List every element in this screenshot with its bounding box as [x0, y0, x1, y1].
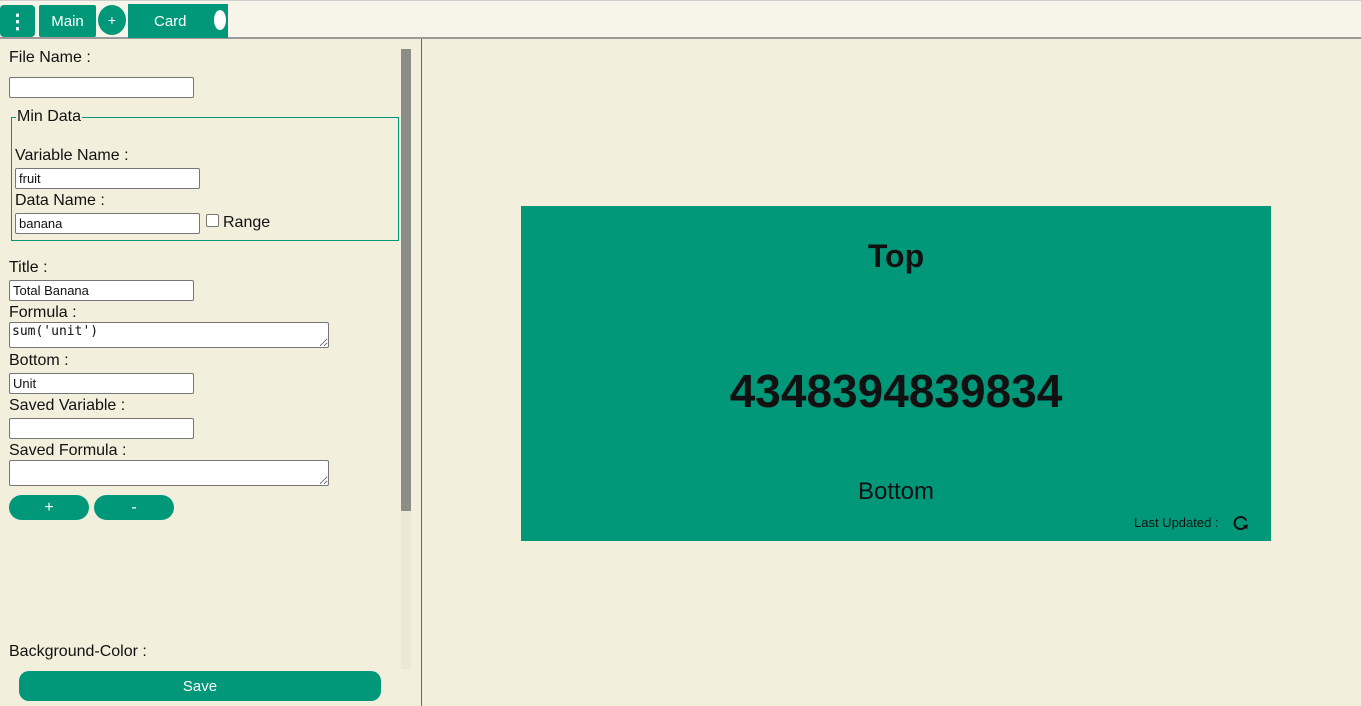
bottom-input[interactable] — [9, 373, 194, 394]
saved-formula-label: Saved Formula : — [9, 442, 127, 459]
minus-icon: - — [131, 498, 137, 516]
refresh-icon[interactable] — [1231, 513, 1251, 533]
range-checkbox[interactable] — [206, 214, 219, 227]
vertical-dots-icon: ⋮ — [7, 10, 28, 33]
variable-name-label: Variable Name : — [15, 147, 129, 164]
data-name-input[interactable] — [15, 213, 200, 234]
background-color-label: Background-Color : — [9, 643, 147, 660]
tab-card[interactable]: Card — [128, 4, 228, 38]
save-button-label: Save — [182, 677, 218, 695]
menu-button[interactable]: ⋮ — [0, 5, 35, 37]
saved-formula-textarea[interactable] — [9, 460, 329, 486]
tab-main-label: Main — [51, 12, 84, 30]
saved-variable-label: Saved Variable : — [9, 397, 126, 414]
plus-icon: + — [44, 498, 54, 516]
file-name-label: File Name : — [9, 49, 91, 66]
remove-formula-button[interactable]: - — [94, 495, 174, 520]
card-value: 4348394839834 — [729, 365, 1063, 417]
tab-card-toggle[interactable] — [214, 10, 226, 30]
card-bottom-text: Bottom — [857, 478, 935, 505]
tab-main[interactable]: Main — [39, 5, 96, 37]
add-tab-button[interactable]: + — [98, 5, 126, 35]
card-top-text: Top — [867, 238, 925, 274]
data-name-label: Data Name : — [15, 192, 105, 209]
scrollbar-thumb[interactable] — [401, 49, 411, 511]
formula-label: Formula : — [9, 304, 77, 321]
min-data-legend: Min Data — [16, 108, 83, 126]
add-formula-button[interactable]: + — [9, 495, 89, 520]
variable-name-input[interactable] — [15, 168, 200, 189]
last-updated-label: Last Updated : — [1134, 515, 1219, 530]
title-input[interactable] — [9, 280, 194, 301]
bottom-label: Bottom : — [9, 352, 69, 369]
range-label: Range — [223, 214, 271, 231]
save-button[interactable]: Save — [19, 671, 381, 701]
card-preview: Top 4348394839834 Bottom Last Updated : — [521, 206, 1271, 541]
title-label: Title : — [9, 259, 48, 276]
saved-variable-input[interactable] — [9, 418, 194, 439]
tab-card-label: Card — [154, 12, 187, 30]
file-name-input[interactable] — [9, 77, 194, 98]
card-settings-panel: File Name : Min Data Variable Name : Dat… — [0, 39, 422, 706]
tab-bar: ⋮ Main + Card — [0, 0, 1361, 39]
formula-textarea[interactable]: sum('unit') — [9, 322, 329, 348]
plus-icon: + — [107, 12, 117, 28]
